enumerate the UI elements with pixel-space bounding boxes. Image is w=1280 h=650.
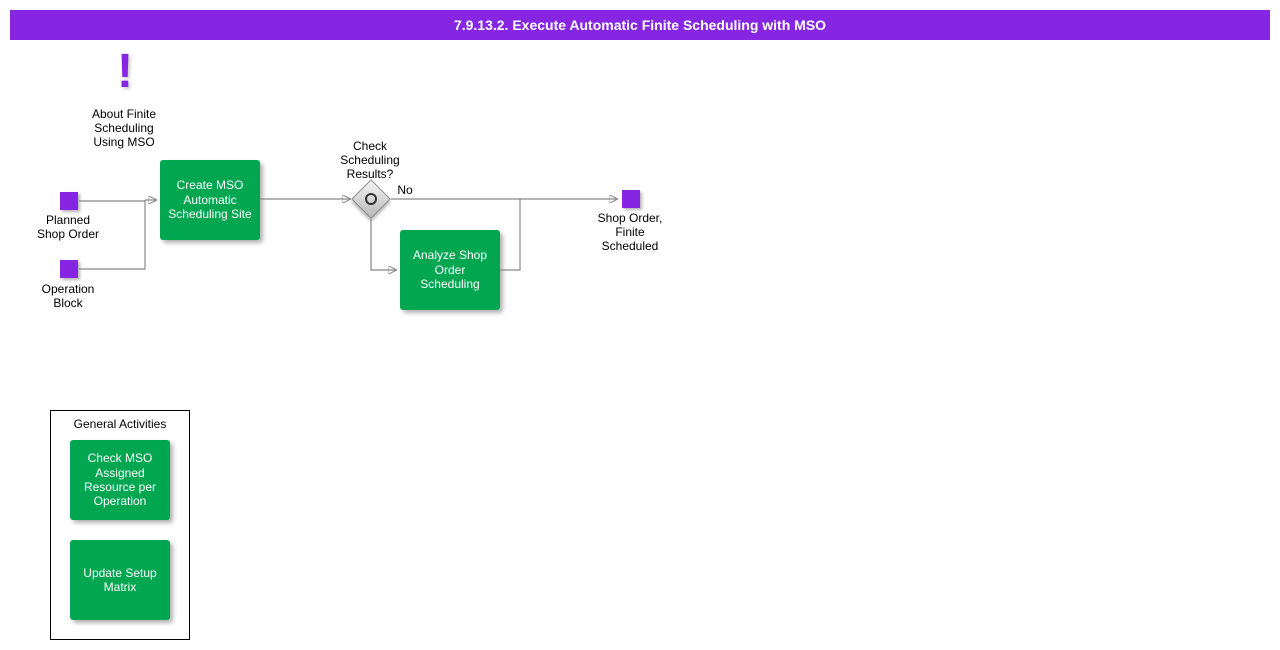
activity-update-matrix[interactable]: Update Setup Matrix	[70, 540, 170, 620]
page-title: 7.9.13.2. Execute Automatic Finite Sched…	[10, 10, 1270, 40]
info-label: About Finite Scheduling Using MSO	[78, 108, 170, 149]
activity-update-matrix-label: Update Setup Matrix	[83, 566, 156, 595]
activity-analyze-label: Analyze Shop Order Scheduling	[413, 248, 487, 291]
connectors	[0, 0, 1280, 650]
exclamation-icon: !	[117, 48, 133, 96]
activity-create-mso[interactable]: Create MSO Automatic Scheduling Site	[160, 160, 260, 240]
gateway-check-results	[351, 179, 391, 219]
end-shop-order-label: Shop Order, Finite Scheduled	[585, 212, 675, 253]
activity-check-mso-resource-label: Check MSO Assigned Resource per Operatio…	[84, 451, 156, 509]
end-shop-order	[622, 190, 640, 208]
page-title-text: 7.9.13.2. Execute Automatic Finite Sched…	[454, 17, 826, 33]
gateway-label: Check Scheduling Results?	[330, 140, 410, 181]
start-planned-shop-order	[60, 192, 78, 210]
activity-analyze[interactable]: Analyze Shop Order Scheduling	[400, 230, 500, 310]
start-planned-shop-order-label: Planned Shop Order	[28, 214, 108, 242]
gateway-no-label: No	[390, 184, 420, 198]
general-activities-title: General Activities	[51, 411, 189, 435]
start-operation-block-label: Operation Block	[28, 283, 108, 311]
activity-create-mso-label: Create MSO Automatic Scheduling Site	[168, 178, 251, 221]
start-operation-block	[60, 260, 78, 278]
activity-check-mso-resource[interactable]: Check MSO Assigned Resource per Operatio…	[70, 440, 170, 520]
